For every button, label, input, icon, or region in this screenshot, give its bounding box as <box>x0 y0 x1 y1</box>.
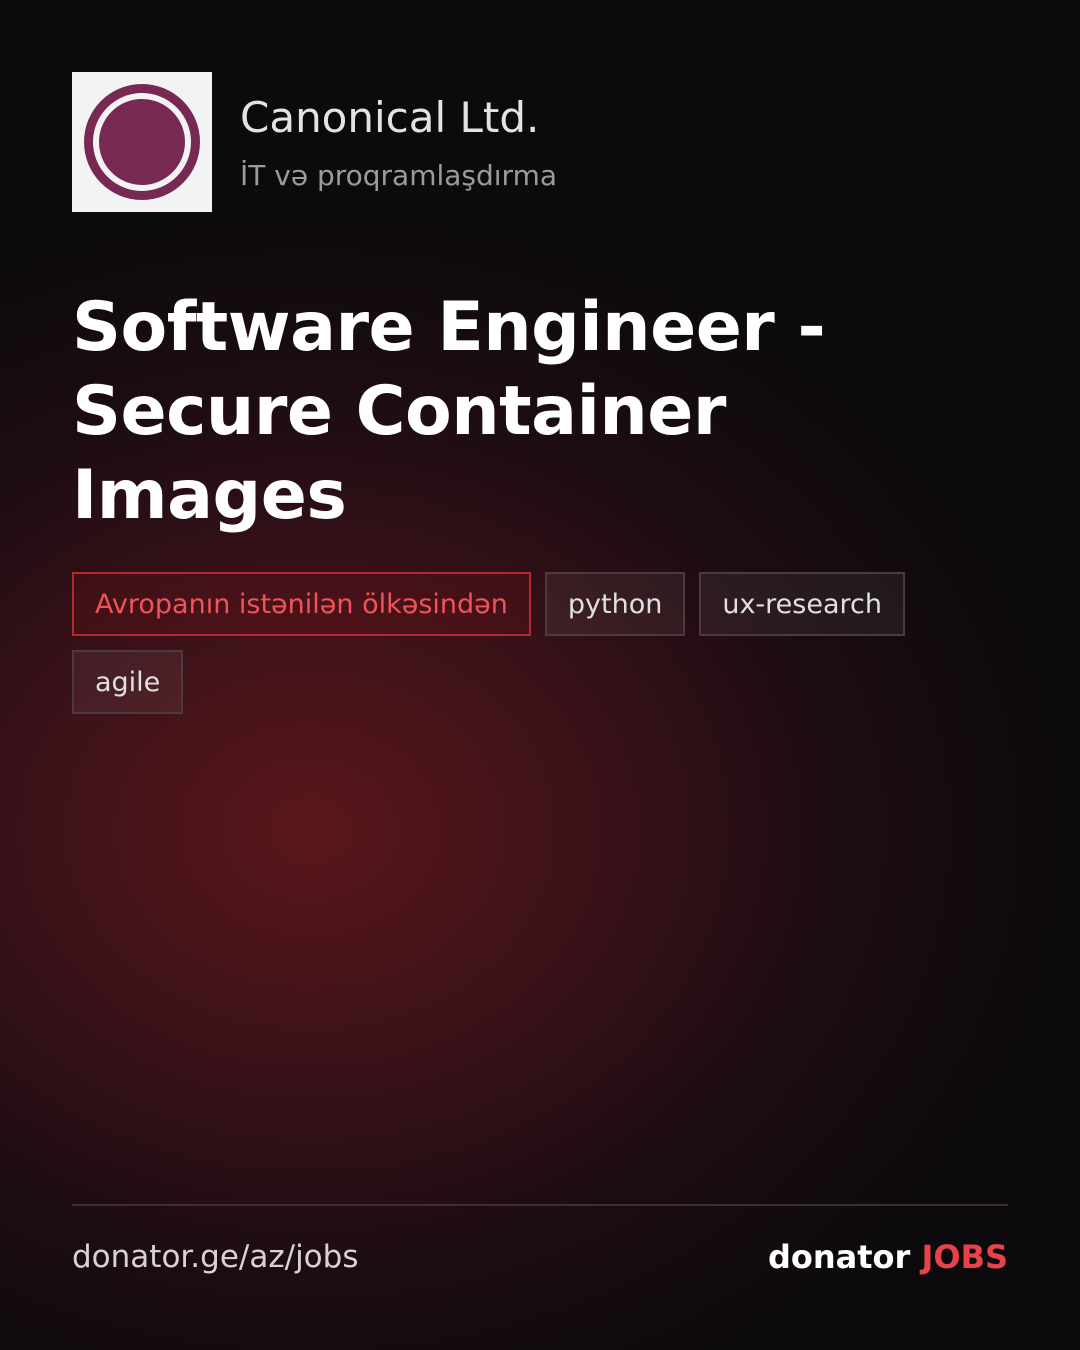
job-card: { "company": { "name": "Canonical Ltd.",… <box>0 0 1080 1350</box>
tag-skill: python <box>544 572 686 636</box>
company-category: İT və proqramlaşdırma <box>240 159 558 192</box>
job-title: Software Engineer - Secure Container Ima… <box>72 288 826 535</box>
tag-list: Avropanın istənilən ölkəsindən python ux… <box>72 572 972 714</box>
tag-location: Avropanın istənilən ölkəsindən <box>72 572 531 636</box>
company-name: Canonical Ltd. <box>240 93 540 142</box>
brand-logo: donator JOBS <box>768 1236 1008 1278</box>
tag-skill: agile <box>72 650 184 714</box>
footer-divider <box>72 1204 1008 1206</box>
brand-accent: JOBS <box>921 1238 1008 1276</box>
circle-of-friends-logo-icon <box>84 84 200 200</box>
company-logo <box>72 72 212 212</box>
footer-url: donator.ge/az/jobs <box>72 1239 359 1275</box>
brand-word: donator <box>767 1238 911 1276</box>
tag-skill: ux-research <box>699 572 905 636</box>
